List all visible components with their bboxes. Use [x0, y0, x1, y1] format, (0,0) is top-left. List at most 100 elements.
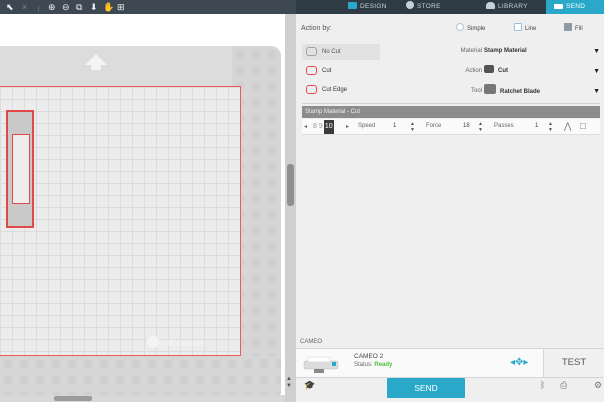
blade-value-current: 10	[323, 120, 334, 134]
store-icon	[406, 1, 414, 9]
action-by-label: Action by:	[301, 25, 332, 32]
tab-send[interactable]: SEND	[546, 0, 604, 14]
action-label: Action	[465, 68, 482, 74]
material-value: Stamp Material	[484, 48, 527, 54]
tab-library[interactable]: LIBRARY	[486, 0, 528, 14]
tool-label: Tool	[470, 88, 482, 94]
cut-icon	[306, 66, 317, 75]
section-divider	[302, 103, 600, 104]
chevron-down-icon: ▼	[593, 88, 600, 95]
cut-mode-cut[interactable]: Cut	[302, 63, 380, 79]
radio-icon	[456, 23, 464, 31]
chevron-down-icon: ▼	[593, 48, 600, 55]
library-icon	[486, 2, 495, 9]
tool-value: Ratchet Blade	[500, 89, 541, 95]
material-label: Material	[460, 48, 482, 54]
send-panel: Action by: Simple Line Fill No Cut Cut C…	[296, 14, 604, 402]
device-card[interactable]: CAMEO 2 Status: Ready ◂✥▸ TEST	[296, 348, 604, 378]
blade-depth-selector[interactable]: 8 9 10	[312, 120, 344, 134]
line-segment-icon[interactable]: ⋀	[564, 121, 571, 132]
cut-mode-label: Cut Edge	[322, 87, 348, 93]
tab-send-label: SEND	[566, 3, 586, 10]
tab-store-label: STORE	[417, 3, 441, 10]
fill-icon	[564, 23, 572, 31]
horizontal-scroll-thumb[interactable]	[54, 396, 92, 401]
main-nav: DESIGN STORE LIBRARY SEND	[296, 0, 604, 14]
zoom-in-icon[interactable]: ⊕	[48, 1, 56, 13]
zoom-out-icon[interactable]: ⊖	[62, 1, 70, 13]
passes-value[interactable]: 1	[535, 123, 538, 129]
cut-mode-label: Cut	[322, 68, 332, 74]
device-status: Status: Ready	[354, 362, 392, 368]
force-label: Force	[426, 123, 442, 129]
overcut-icon[interactable]: □	[580, 121, 586, 132]
action-select[interactable]: Cut ▼	[484, 64, 600, 79]
device-status-label: Status:	[354, 362, 373, 368]
cut-mode-label: No Cut	[322, 49, 341, 55]
cut-mode-no-cut[interactable]: No Cut	[302, 44, 380, 60]
cutting-mat: silhouette	[0, 46, 281, 401]
blade-prev-icon[interactable]: ◂	[304, 123, 307, 130]
cut-area-grid	[0, 86, 241, 356]
silhouette-logo: silhouette	[147, 336, 204, 350]
design-canvas[interactable]: silhouette	[0, 14, 285, 401]
device-section-label: CAMEO	[300, 339, 323, 345]
line-icon	[514, 23, 522, 31]
tool-select[interactable]: Ratchet Blade ▼	[484, 84, 600, 99]
select-icon[interactable]: ⬉	[6, 1, 14, 13]
force-stepper-icon[interactable]: ▲ ▼	[478, 121, 483, 133]
action-line-label: Line	[525, 26, 537, 32]
graduation-cap-icon[interactable]: 🎓	[304, 380, 315, 391]
speed-value[interactable]: 1	[393, 123, 396, 129]
action-simple-label: Simple	[467, 26, 486, 32]
action-fill-label: Fill	[575, 26, 583, 32]
move-down-icon[interactable]: ⬇	[90, 1, 98, 13]
tab-design-label: DESIGN	[360, 3, 387, 10]
feed-direction-icon	[85, 54, 107, 65]
chevron-down-icon: ▼	[593, 68, 600, 75]
zoom-select-icon[interactable]: ⧉	[76, 1, 82, 13]
tab-store[interactable]: STORE	[406, 0, 441, 14]
material-select[interactable]: Stamp Material ▼	[484, 44, 600, 59]
app-window: ⬉ × | ⊕ ⊖ ⧉ ⬇ ✋ ⊞ DESIGN STORE LIBRARY S…	[0, 0, 604, 402]
silhouette-logo-icon	[147, 336, 159, 348]
printer-icon[interactable]: ⎙	[560, 380, 567, 391]
horizontal-scrollbar[interactable]	[0, 395, 285, 402]
design-icon	[348, 2, 357, 9]
scroll-arrows-icon[interactable]: ▲ ▼	[286, 376, 292, 390]
silhouette-logo-text: silhouette	[163, 338, 204, 349]
vertical-scrollbar[interactable]	[285, 14, 296, 402]
action-fill-radio[interactable]: Fill	[564, 23, 583, 35]
fit-page-icon[interactable]: ⊞	[117, 1, 125, 13]
tab-library-label: LIBRARY	[498, 3, 528, 10]
cut-mode-list: No Cut Cut Cut Edge	[302, 44, 442, 98]
test-button[interactable]: TEST	[543, 349, 604, 377]
gear-icon[interactable]: ⚙	[594, 380, 602, 391]
action-by-bar: Action by: Simple Line Fill	[296, 19, 604, 39]
send-icon	[554, 4, 563, 9]
speed-stepper-icon[interactable]: ▲ ▼	[410, 121, 415, 133]
bluetooth-icon[interactable]: ᛒ	[540, 380, 545, 390]
passes-stepper-icon[interactable]: ▲ ▼	[548, 121, 553, 133]
close-icon[interactable]: ×	[22, 1, 27, 13]
ratchet-blade-icon	[484, 84, 496, 94]
action-simple-radio[interactable]: Simple	[456, 23, 485, 35]
action-line-radio[interactable]: Line	[514, 23, 536, 35]
blade-next-icon[interactable]: ▸	[346, 123, 349, 130]
send-button[interactable]: SEND	[387, 378, 465, 398]
move-blade-arrows-icon[interactable]: ◂✥▸	[510, 357, 528, 369]
feed-direction-stem	[91, 65, 101, 70]
vertical-scroll-thumb[interactable]	[287, 164, 294, 206]
design-shape-inner	[12, 134, 30, 204]
no-cut-icon	[306, 47, 317, 56]
device-name: CAMEO 2	[354, 353, 384, 360]
tab-design[interactable]: DESIGN	[348, 0, 387, 14]
cut-mode-cut-edge[interactable]: Cut Edge	[302, 82, 380, 98]
cut-settings-header: Stamp Material - Cut	[302, 106, 600, 118]
design-shape[interactable]	[6, 110, 34, 228]
cut-edge-icon	[306, 85, 317, 94]
pan-hand-icon[interactable]: ✋	[103, 1, 114, 13]
blade-icon	[484, 65, 494, 73]
force-value[interactable]: 18	[463, 123, 470, 129]
device-status-value: Ready	[374, 362, 393, 368]
